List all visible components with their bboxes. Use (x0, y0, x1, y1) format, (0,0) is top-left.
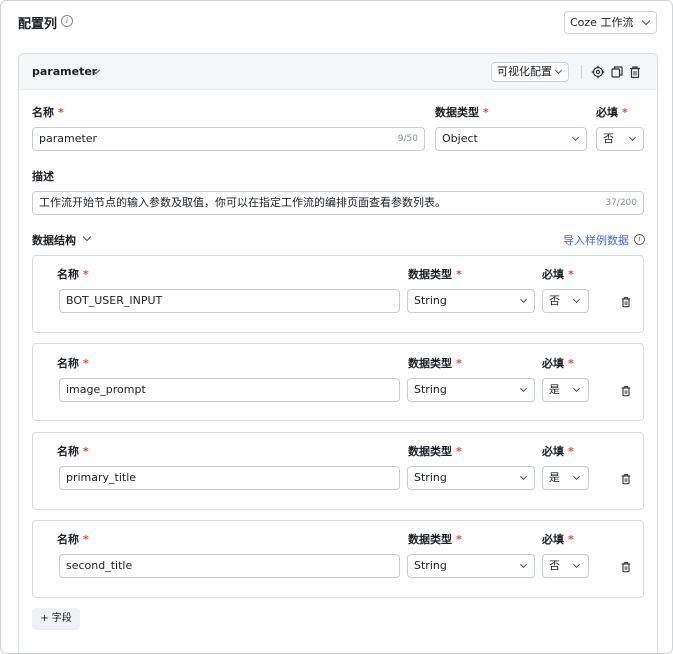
structure-row: 名称 * 数据类型 * 必填 * BOT_USER_INPUT String 否 (32, 255, 644, 333)
row-type-value: String (414, 471, 447, 484)
row-required-value: 否 (549, 559, 560, 572)
chevron-down-icon (519, 560, 528, 569)
card-header[interactable]: parameter 可视化配置 (19, 54, 657, 90)
row-name-input[interactable]: primary_title (59, 466, 400, 490)
visual-config-select[interactable]: 可视化配置 (491, 62, 569, 82)
name-input[interactable]: parameter 9/50 (32, 127, 425, 151)
trash-icon[interactable] (620, 296, 632, 308)
row-name-value: BOT_USER_INPUT (66, 294, 163, 307)
chevron-down-icon (572, 560, 581, 569)
row-required-label: 必填 * (542, 533, 574, 546)
row-name-input[interactable]: BOT_USER_INPUT (59, 289, 400, 313)
required-select[interactable]: 否 (596, 127, 644, 151)
trash-icon[interactable] (628, 65, 642, 79)
chevron-down-icon (572, 384, 581, 393)
chevron-down-icon (572, 472, 581, 481)
info-icon[interactable]: i (634, 234, 645, 245)
chevron-down-icon (519, 472, 528, 481)
row-type-select[interactable]: String (407, 378, 535, 402)
structure-row: 名称 * 数据类型 * 必填 * primary_title String 是 (32, 432, 644, 510)
row-name-input[interactable]: image_prompt (59, 378, 400, 402)
row-required-value: 是 (549, 383, 560, 396)
structure-row: 名称 * 数据类型 * 必填 * second_title String 否 (32, 520, 644, 598)
structure-row: 名称 * 数据类型 * 必填 * image_prompt String 是 (32, 343, 644, 421)
name-input-value: parameter (39, 132, 98, 145)
source-select-value: Coze 工作流 (570, 16, 634, 29)
row-name-label: 名称 * (57, 357, 89, 370)
description-input-value: 工作流开始节点的输入参数及取值，你可以在指定工作流的编排页面查看参数列表。 (39, 196, 446, 209)
parameter-card: parameter 可视化配置 名称 * 数据类型 * 必填 * paramet… (18, 53, 658, 653)
row-name-value: primary_title (66, 471, 137, 484)
chevron-down-icon (519, 384, 528, 393)
description-input[interactable]: 工作流开始节点的输入参数及取值，你可以在指定工作流的编排页面查看参数列表。 37… (32, 191, 644, 215)
import-sample-link[interactable]: 导入样例数据 (563, 232, 629, 248)
row-type-select[interactable]: String (407, 289, 535, 313)
row-name-label: 名称 * (57, 268, 89, 281)
card-title: parameter (32, 65, 98, 78)
description-char-counter: 37/200 (605, 198, 637, 208)
row-name-input[interactable]: second_title (59, 554, 400, 578)
row-required-label: 必填 * (542, 445, 574, 458)
row-required-label: 必填 * (542, 357, 574, 370)
page-title: 配置列 (18, 17, 58, 32)
config-panel: 配置列 i Coze 工作流 parameter 可视化配置 名称 * 数据类型… (0, 0, 673, 654)
row-required-select[interactable]: 否 (542, 289, 589, 313)
chevron-down-icon (628, 133, 637, 142)
row-type-select[interactable]: String (407, 466, 535, 490)
source-select[interactable]: Coze 工作流 (564, 11, 657, 34)
row-type-label: 数据类型 * (408, 357, 462, 370)
row-type-label: 数据类型 * (408, 268, 462, 281)
required-select-value: 否 (603, 132, 614, 145)
row-required-select[interactable]: 是 (542, 378, 589, 402)
row-required-label: 必填 * (542, 268, 574, 281)
visual-config-label: 可视化配置 (497, 65, 552, 78)
add-field-button[interactable]: + 字段 (32, 608, 80, 630)
row-type-value: String (414, 294, 447, 307)
trash-icon[interactable] (620, 385, 632, 397)
chevron-down-icon (572, 295, 581, 304)
row-name-label: 名称 * (57, 445, 89, 458)
row-required-select[interactable]: 否 (542, 554, 589, 578)
row-type-value: String (414, 383, 447, 396)
structure-label[interactable]: 数据结构 (32, 232, 76, 248)
trash-icon[interactable] (620, 561, 632, 573)
type-select[interactable]: Object (435, 127, 587, 151)
chevron-down-icon[interactable] (82, 232, 92, 242)
type-label: 数据类型 * (435, 106, 489, 119)
gear-icon[interactable] (591, 65, 605, 79)
type-select-value: Object (442, 132, 478, 145)
row-type-label: 数据类型 * (408, 533, 462, 546)
row-type-value: String (414, 559, 447, 572)
row-name-value: image_prompt (66, 383, 146, 396)
chevron-down-icon (554, 66, 563, 75)
divider (581, 65, 582, 79)
row-required-value: 否 (549, 294, 560, 307)
chevron-down-icon (641, 16, 651, 26)
row-required-value: 是 (549, 471, 560, 484)
row-name-label: 名称 * (57, 533, 89, 546)
info-icon[interactable]: i (61, 15, 73, 27)
row-required-select[interactable]: 是 (542, 466, 589, 490)
required-label: 必填 * (596, 106, 628, 119)
copy-icon[interactable] (610, 65, 624, 79)
chevron-down-icon (519, 295, 528, 304)
name-label: 名称 * (32, 106, 64, 119)
row-type-label: 数据类型 * (408, 445, 462, 458)
chevron-down-icon (571, 133, 580, 142)
name-char-counter: 9/50 (397, 134, 418, 144)
row-type-select[interactable]: String (407, 554, 535, 578)
description-label: 描述 (32, 170, 54, 183)
trash-icon[interactable] (620, 473, 632, 485)
row-name-value: second_title (66, 559, 133, 572)
